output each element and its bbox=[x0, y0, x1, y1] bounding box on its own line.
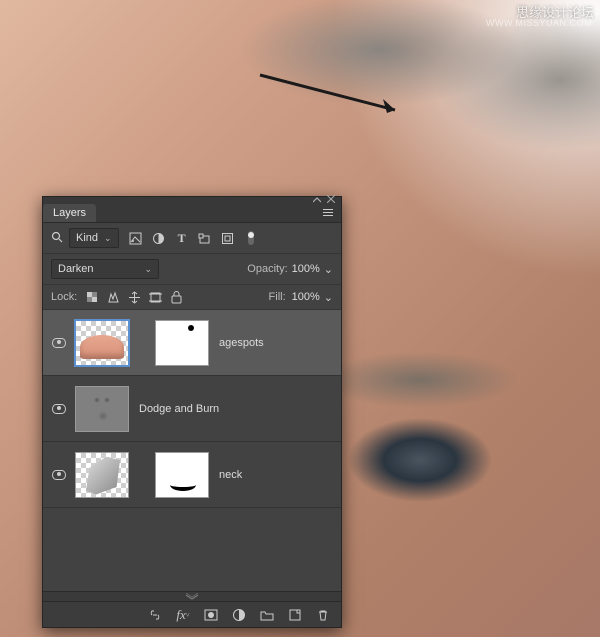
blend-row: Darken ⌄ Opacity: 100% ⌄ bbox=[43, 254, 341, 285]
new-group-button[interactable] bbox=[259, 607, 275, 623]
annotation-arrow bbox=[255, 65, 415, 125]
filter-type-text-icon[interactable]: T bbox=[175, 231, 189, 245]
add-mask-button[interactable] bbox=[203, 607, 219, 623]
lock-label: Lock: bbox=[51, 291, 77, 303]
delete-layer-button[interactable] bbox=[315, 607, 331, 623]
chevron-down-icon: ⌄ bbox=[104, 233, 112, 244]
layer-thumbnail[interactable] bbox=[75, 320, 129, 366]
new-layer-button[interactable] bbox=[287, 607, 303, 623]
filter-shape-icon[interactable] bbox=[198, 231, 212, 245]
layer-effects-button[interactable]: fx˅ bbox=[175, 607, 191, 623]
layer-name[interactable]: Dodge and Burn bbox=[129, 403, 219, 415]
blend-mode-value: Darken bbox=[58, 263, 93, 275]
filter-smartobject-icon[interactable] bbox=[221, 231, 235, 245]
lock-artboard-icon[interactable] bbox=[148, 290, 162, 304]
lock-position-icon[interactable] bbox=[127, 290, 141, 304]
watermark-sub: WWW.MISSYUAN.COM bbox=[486, 18, 592, 28]
panel-tabs: Layers bbox=[43, 203, 341, 223]
lock-image-icon[interactable] bbox=[106, 290, 120, 304]
visibility-eye-icon[interactable] bbox=[52, 470, 66, 480]
layers-panel: Layers Kind ⌄ T Darken ⌄ Opacity: 100% ⌄ bbox=[42, 196, 342, 628]
lock-transparent-icon[interactable] bbox=[85, 290, 99, 304]
blend-mode-dropdown[interactable]: Darken ⌄ bbox=[51, 259, 159, 279]
layer-name[interactable]: neck bbox=[209, 469, 242, 481]
layer-mask-thumbnail[interactable] bbox=[155, 452, 209, 498]
chevron-down-icon: ⌄ bbox=[324, 263, 333, 276]
filter-pixel-icon[interactable] bbox=[129, 231, 143, 245]
layer-name[interactable]: agespots bbox=[209, 337, 264, 349]
layer-thumbnail[interactable] bbox=[75, 386, 129, 432]
layer-thumbnail[interactable] bbox=[75, 452, 129, 498]
fill-control[interactable]: Fill: 100% ⌄ bbox=[269, 291, 333, 304]
opacity-control[interactable]: Opacity: 100% ⌄ bbox=[247, 263, 333, 276]
fill-value: 100% bbox=[292, 291, 320, 303]
chevron-down-icon: ⌄ bbox=[144, 264, 152, 275]
filter-kind-dropdown[interactable]: Kind ⌄ bbox=[69, 228, 119, 248]
layers-list: agespots Dodge and Burn neck bbox=[43, 310, 341, 591]
search-icon bbox=[51, 231, 63, 246]
tab-layers[interactable]: Layers bbox=[43, 204, 96, 222]
lock-all-icon[interactable] bbox=[169, 290, 183, 304]
new-adjustment-button[interactable] bbox=[231, 607, 247, 623]
opacity-value: 100% bbox=[292, 263, 320, 275]
filter-row: Kind ⌄ T bbox=[43, 223, 341, 254]
layer-agespots[interactable]: agespots bbox=[43, 310, 341, 376]
lock-row: Lock: Fill: 100% ⌄ bbox=[43, 285, 341, 310]
panel-menu-button[interactable] bbox=[315, 209, 341, 216]
layers-bottom-bar: fx˅ bbox=[43, 601, 341, 627]
filter-adjustment-icon[interactable] bbox=[152, 231, 166, 245]
link-layers-button[interactable] bbox=[147, 607, 163, 623]
visibility-eye-icon[interactable] bbox=[52, 404, 66, 414]
filter-type-icons: T bbox=[129, 231, 258, 245]
visibility-eye-icon[interactable] bbox=[52, 338, 66, 348]
filter-toggle-switch[interactable] bbox=[244, 231, 258, 245]
layer-mask-thumbnail[interactable] bbox=[155, 320, 209, 366]
chevron-down-icon: ⌄ bbox=[324, 291, 333, 304]
fill-label: Fill: bbox=[269, 291, 286, 303]
panel-resize-grip[interactable] bbox=[43, 591, 341, 601]
layer-neck[interactable]: neck bbox=[43, 442, 341, 508]
filter-kind-label: Kind bbox=[76, 232, 98, 244]
layer-dodge-and-burn[interactable]: Dodge and Burn bbox=[43, 376, 341, 442]
opacity-label: Opacity: bbox=[247, 263, 287, 275]
